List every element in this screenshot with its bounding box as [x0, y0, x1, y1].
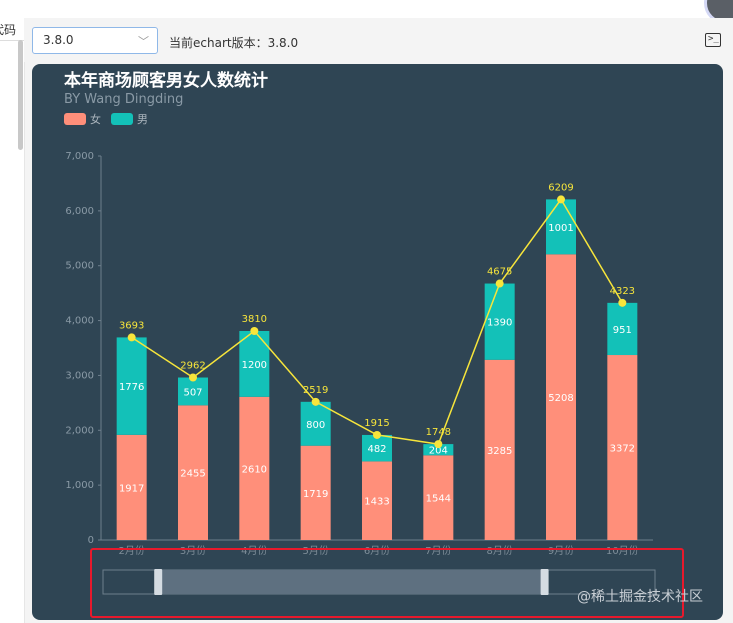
data-label-male: 1390	[487, 318, 512, 329]
data-label-female: 1719	[303, 489, 328, 500]
total-point	[311, 397, 320, 406]
total-label: 1915	[364, 418, 389, 429]
data-label-female: 3285	[487, 446, 512, 457]
total-label: 2962	[180, 361, 205, 372]
total-point	[557, 195, 565, 204]
toolbar: 3.8.0 ﹀ 当前echart版本：3.8.0 >_	[24, 18, 733, 62]
y-tick-label: 7,000	[65, 151, 94, 162]
y-tick-label: 0	[88, 535, 94, 546]
data-label-male: 1200	[242, 360, 267, 371]
version-select[interactable]: 3.8.0 ﹀	[32, 27, 158, 54]
data-label-female: 1433	[364, 497, 389, 508]
total-label: 4323	[610, 286, 635, 297]
data-label-male: 1001	[548, 223, 573, 234]
code-panel: 代码	[0, 0, 25, 623]
total-label: 6209	[548, 182, 573, 193]
y-tick-label: 6,000	[65, 206, 94, 217]
y-tick-label: 3,000	[65, 370, 94, 381]
data-label-male: 1776	[119, 382, 144, 393]
total-label: 3693	[119, 320, 144, 331]
total-point	[618, 298, 627, 307]
y-tick-label: 4,000	[65, 316, 94, 327]
y-tick-label: 2,000	[65, 425, 94, 436]
y-tick-label: 5,000	[65, 261, 94, 272]
data-label-female: 2610	[242, 464, 267, 475]
data-label-female: 2455	[180, 469, 205, 480]
total-point	[250, 326, 259, 335]
data-label-female: 1544	[426, 494, 451, 505]
datazoom-highlight-box	[90, 548, 684, 618]
chart-panel: 本年商场顾客男女人数统计 BY Wang Dingding 女 男 0 1,000…	[32, 64, 723, 620]
total-label: 4675	[487, 267, 512, 278]
data-label-male: 800	[306, 420, 325, 431]
data-label-male: 951	[613, 325, 632, 336]
total-label: 1748	[426, 427, 451, 438]
current-version-text: 当前echart版本：3.8.0	[169, 36, 299, 50]
stacked-bar-chart: 0 1,000 2,000 3,000 4,000 5,000 6,000 7,000 1917…	[65, 151, 656, 595]
total-point	[434, 440, 443, 449]
data-label-male: 482	[367, 444, 386, 455]
data-label-female: 1917	[119, 483, 144, 494]
top-bar	[24, 0, 733, 24]
data-label-male: 507	[183, 387, 202, 398]
y-tick-label: 1,000	[65, 480, 94, 491]
data-label-female: 5208	[548, 393, 573, 404]
version-select-value: 3.8.0	[43, 33, 74, 47]
chevron-down-icon: ﹀	[138, 35, 149, 48]
data-label-female: 3372	[610, 444, 635, 455]
terminal-icon[interactable]: >_	[705, 33, 721, 47]
total-label: 2519	[303, 385, 328, 396]
total-point	[127, 333, 136, 342]
code-tab[interactable]: 代码	[0, 20, 24, 41]
total-label: 3810	[242, 314, 267, 325]
watermark: @稀土掘金技术社区	[577, 589, 703, 605]
total-point	[189, 373, 197, 382]
code-tab-label: 代码	[0, 23, 17, 37]
code-panel-scrollbar[interactable]	[18, 40, 23, 150]
total-point	[495, 279, 504, 288]
total-point	[373, 430, 381, 439]
